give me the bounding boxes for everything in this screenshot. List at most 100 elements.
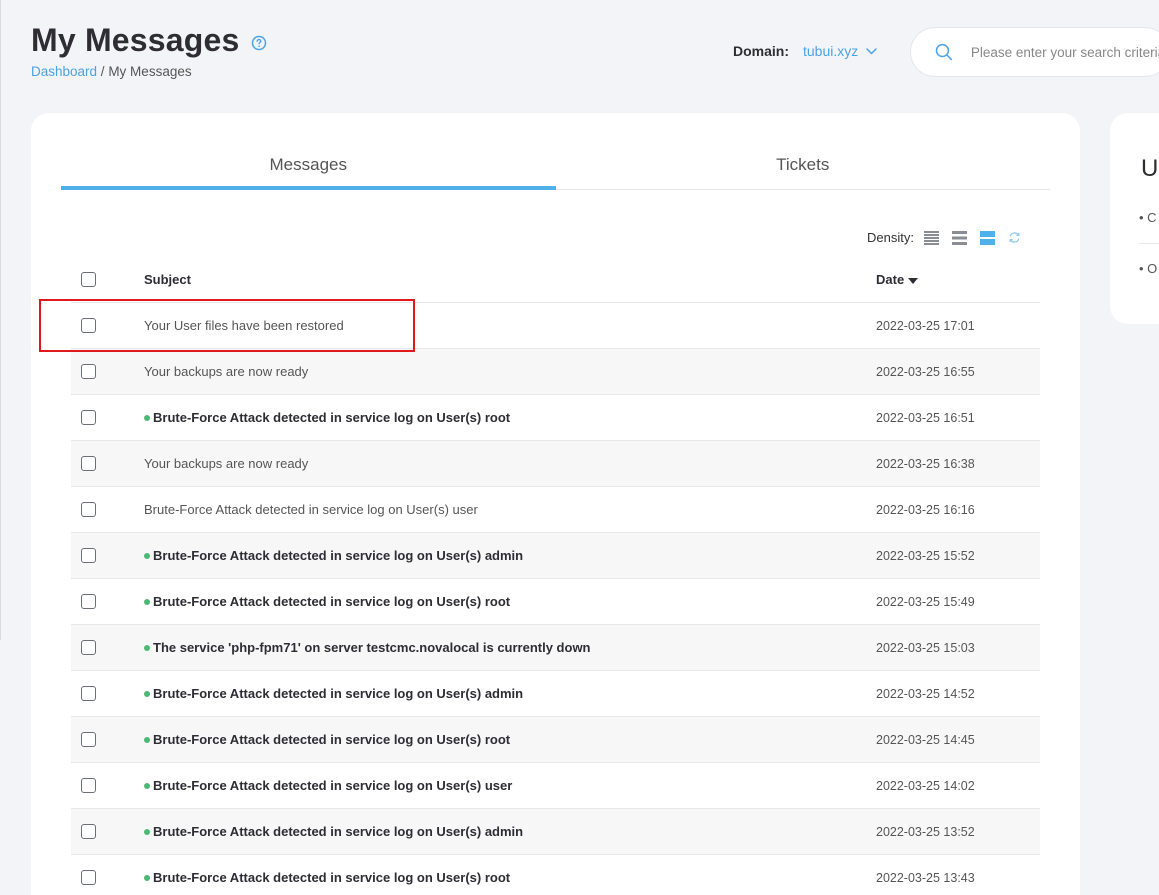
table-row[interactable]: Brute-Force Attack detected in service l… xyxy=(71,855,1040,895)
search-input[interactable] xyxy=(970,44,1159,60)
unread-dot-icon xyxy=(144,874,150,881)
message-subject[interactable]: Brute-Force Attack detected in service l… xyxy=(144,410,510,425)
search-icon xyxy=(935,43,953,61)
row-checkbox[interactable] xyxy=(81,824,96,839)
unread-dot-icon xyxy=(144,644,150,651)
row-checkbox[interactable] xyxy=(81,732,96,747)
message-date: 2022-03-25 16:16 xyxy=(876,502,975,517)
column-header-subject[interactable]: Subject xyxy=(144,272,191,287)
chevron-down-icon[interactable] xyxy=(866,47,877,55)
refresh-icon[interactable] xyxy=(1008,231,1021,244)
table-row[interactable]: Brute-Force Attack detected in service l… xyxy=(71,487,1040,533)
side-panel: U • C • O xyxy=(1110,113,1159,324)
message-subject-text: Your backups are now ready xyxy=(144,364,309,379)
side-panel-item[interactable]: • C xyxy=(1139,210,1157,225)
row-checkbox[interactable] xyxy=(81,364,96,379)
message-subject-text: Brute-Force Attack detected in service l… xyxy=(144,502,478,517)
column-header-date-label: Date xyxy=(876,272,905,287)
message-date: 2022-03-25 15:03 xyxy=(876,640,975,655)
message-date: 2022-03-25 16:51 xyxy=(876,410,975,425)
table-row[interactable]: Brute-Force Attack detected in service l… xyxy=(71,671,1040,717)
messages-card: Messages Tickets Density: Subject Date Y… xyxy=(31,113,1080,895)
message-date: 2022-03-25 13:43 xyxy=(876,870,975,885)
message-subject-text: Your backups are now ready xyxy=(144,456,309,471)
density-compact-icon[interactable] xyxy=(923,230,939,245)
message-date: 2022-03-25 16:55 xyxy=(876,364,975,379)
message-subject-text: The service 'php-fpm71' on server testcm… xyxy=(153,640,591,655)
table-row[interactable]: Brute-Force Attack detected in service l… xyxy=(71,395,1040,441)
message-date: 2022-03-25 14:52 xyxy=(876,686,975,701)
message-date: 2022-03-25 14:02 xyxy=(876,778,975,793)
select-all-checkbox[interactable] xyxy=(81,272,96,287)
message-subject-text: Brute-Force Attack detected in service l… xyxy=(153,778,513,793)
table-row[interactable]: Your backups are now ready 2022-03-25 16:… xyxy=(71,349,1040,395)
message-subject[interactable]: Brute-Force Attack detected in service l… xyxy=(144,502,478,517)
density-normal-icon[interactable] xyxy=(951,230,967,245)
tab-messages[interactable]: Messages xyxy=(61,143,556,190)
message-subject-text: Your User files have been restored xyxy=(144,318,344,333)
breadcrumb-separator: / xyxy=(97,64,109,79)
breadcrumb-current: My Messages xyxy=(108,64,192,79)
table-header-row: Subject Date xyxy=(71,257,1040,303)
sort-desc-icon xyxy=(908,277,919,284)
row-checkbox[interactable] xyxy=(81,456,96,471)
message-subject[interactable]: Brute-Force Attack detected in service l… xyxy=(144,548,523,563)
message-subject-text: Brute-Force Attack detected in service l… xyxy=(153,594,511,609)
help-icon[interactable] xyxy=(251,35,267,51)
domain-selector[interactable]: Domain: tubui.xyz xyxy=(733,43,877,59)
tab-tickets[interactable]: Tickets xyxy=(556,143,1051,189)
page-title: My Messages xyxy=(31,22,240,58)
row-checkbox[interactable] xyxy=(81,318,96,333)
table-row[interactable]: Brute-Force Attack detected in service l… xyxy=(71,763,1040,809)
row-checkbox[interactable] xyxy=(81,640,96,655)
row-checkbox[interactable] xyxy=(81,778,96,793)
unread-dot-icon xyxy=(144,782,150,789)
message-subject[interactable]: Brute-Force Attack detected in service l… xyxy=(144,686,523,701)
unread-dot-icon xyxy=(144,552,150,559)
row-checkbox[interactable] xyxy=(81,686,96,701)
breadcrumb: Dashboard / My Messages xyxy=(31,64,192,79)
message-subject-text: Brute-Force Attack detected in service l… xyxy=(153,410,511,425)
density-label: Density: xyxy=(867,230,914,245)
message-subject[interactable]: Your backups are now ready xyxy=(144,456,308,471)
row-checkbox[interactable] xyxy=(81,410,96,425)
message-date: 2022-03-25 17:01 xyxy=(876,318,975,333)
table-row[interactable]: Your backups are now ready 2022-03-25 16:… xyxy=(71,441,1040,487)
table-row[interactable]: Brute-Force Attack detected in service l… xyxy=(71,533,1040,579)
page-left-border xyxy=(0,0,1,640)
row-checkbox[interactable] xyxy=(81,548,96,563)
row-checkbox[interactable] xyxy=(81,870,96,885)
table-row[interactable]: Brute-Force Attack detected in service l… xyxy=(71,809,1040,855)
message-subject-text: Brute-Force Attack detected in service l… xyxy=(153,824,524,839)
domain-value[interactable]: tubui.xyz xyxy=(803,43,858,59)
message-subject[interactable]: Brute-Force Attack detected in service l… xyxy=(144,870,510,885)
message-subject[interactable]: Brute-Force Attack detected in service l… xyxy=(144,594,510,609)
column-header-date[interactable]: Date xyxy=(876,272,919,287)
domain-label: Domain: xyxy=(733,43,789,59)
unread-dot-icon xyxy=(144,414,150,421)
density-control: Density: xyxy=(867,230,1021,245)
message-subject[interactable]: Brute-Force Attack detected in service l… xyxy=(144,778,512,793)
table-row[interactable]: Your User files have been restored 2022-0… xyxy=(71,303,1040,349)
message-subject[interactable]: Your backups are now ready xyxy=(144,364,308,379)
table-row[interactable]: Brute-Force Attack detected in service l… xyxy=(71,717,1040,763)
table-row[interactable]: The service 'php-fpm71' on server testcm… xyxy=(71,625,1040,671)
side-panel-item[interactable]: • O xyxy=(1139,261,1157,276)
row-checkbox[interactable] xyxy=(81,594,96,609)
messages-table: Subject Date Your User files have been r… xyxy=(71,257,1040,895)
row-checkbox[interactable] xyxy=(81,502,96,517)
unread-dot-icon xyxy=(144,828,150,835)
table-body: Your User files have been restored 2022-0… xyxy=(71,303,1040,895)
search-box[interactable] xyxy=(910,27,1159,77)
message-subject-text: Brute-Force Attack detected in service l… xyxy=(153,548,524,563)
density-comfortable-icon[interactable] xyxy=(979,230,995,245)
message-subject-text: Brute-Force Attack detected in service l… xyxy=(153,870,511,885)
message-subject[interactable]: Brute-Force Attack detected in service l… xyxy=(144,732,510,747)
message-subject[interactable]: The service 'php-fpm71' on server testcm… xyxy=(144,640,591,655)
table-row[interactable]: Brute-Force Attack detected in service l… xyxy=(71,579,1040,625)
unread-dot-icon xyxy=(144,736,150,743)
unread-dot-icon xyxy=(144,690,150,697)
message-subject[interactable]: Your User files have been restored xyxy=(144,318,344,333)
message-subject[interactable]: Brute-Force Attack detected in service l… xyxy=(144,824,523,839)
breadcrumb-dashboard-link[interactable]: Dashboard xyxy=(31,64,97,79)
